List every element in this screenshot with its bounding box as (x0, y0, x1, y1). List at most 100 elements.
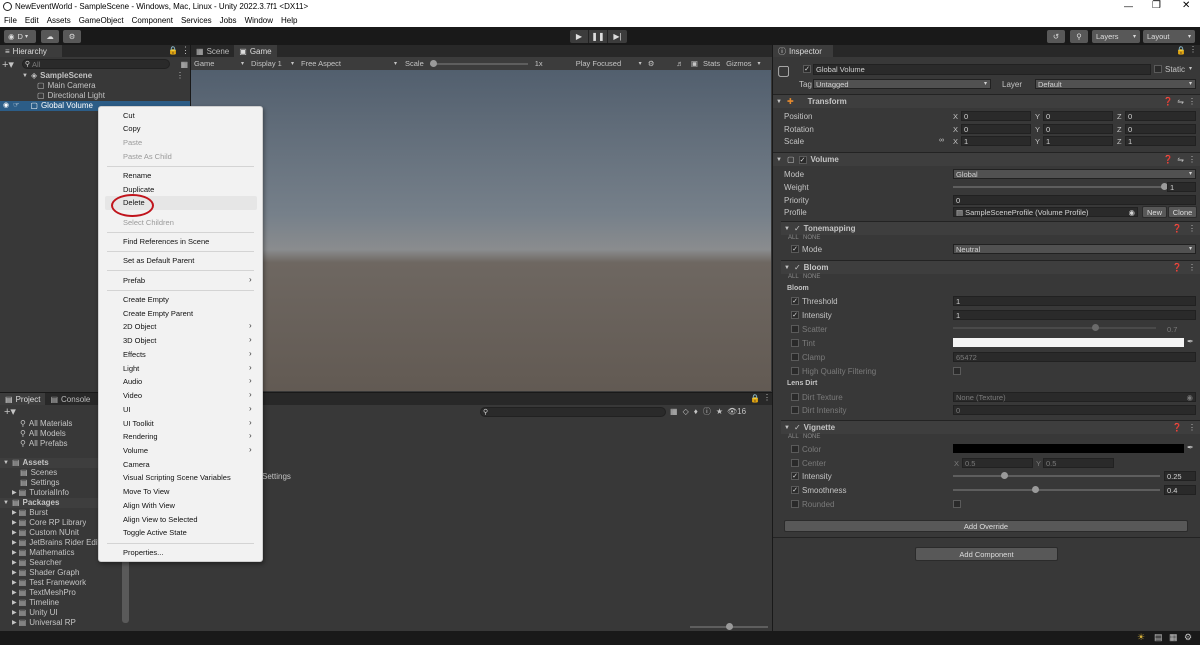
vignette-intensity-input[interactable]: 0.25 (1164, 471, 1196, 481)
play-mode-dropdown[interactable]: Play Focused ▾ (576, 59, 642, 68)
toggle-none-button[interactable]: NONE (803, 235, 820, 241)
menu-item-ui[interactable]: UI (123, 404, 131, 416)
lock-icon[interactable]: 🔒 (750, 394, 760, 403)
tab-scene[interactable]: ▦ Scene (191, 45, 234, 57)
tonemapping-mode-dropdown[interactable]: Neutral ▾ (953, 244, 1196, 254)
transform-scale-z-input[interactable]: 1 (1125, 136, 1196, 146)
lighting-icon[interactable]: ☀ (1137, 632, 1145, 643)
menu-item-camera[interactable]: Camera (123, 459, 150, 471)
layout-dropdown[interactable]: Layout ▾ (1143, 30, 1195, 43)
menu-item-effects[interactable]: Effects (123, 349, 146, 361)
hq-filtering-checkbox[interactable] (953, 367, 961, 375)
tag-dropdown[interactable]: Untagged ▾ (813, 79, 991, 89)
toggle-none-button[interactable]: NONE (803, 434, 820, 440)
weight-input[interactable]: 1 (1167, 182, 1196, 192)
chevron-down-icon[interactable]: ▾ (1189, 65, 1192, 72)
profile-field[interactable]: ▤ SampleSceneProfile (Volume Profile) ◉ (953, 207, 1138, 217)
scale-slider-knob[interactable] (429, 59, 437, 67)
snapshot-icon[interactable]: ▣ (691, 59, 698, 68)
hierarchy-search-input[interactable]: ⚲ All (21, 59, 171, 69)
vignette-color-override[interactable] (791, 445, 799, 453)
tab-hierarchy[interactable]: ≡ Hierarchy (0, 45, 62, 57)
tint-override[interactable] (791, 339, 799, 347)
history-button[interactable]: ↺ (1047, 30, 1065, 43)
menu-help[interactable]: Help (281, 16, 297, 25)
expand-arrow-icon[interactable]: ▼ (22, 71, 28, 81)
check-icon[interactable]: ✓ (794, 263, 801, 272)
search-button[interactable]: ⚲ (1070, 30, 1088, 43)
star-icon[interactable]: ★ (716, 407, 723, 416)
menu-item-copy[interactable]: Copy (123, 123, 141, 135)
vignette-center-override[interactable] (791, 459, 799, 467)
menu-item-set-default-parent[interactable]: Set as Default Parent (123, 255, 194, 267)
hq-filtering-override[interactable] (791, 367, 799, 375)
account-button[interactable]: ◉ D ▾ (4, 30, 36, 43)
menu-file[interactable]: File (4, 16, 17, 25)
transform-rotation-y-input[interactable]: 0 (1043, 123, 1113, 134)
eyedropper-icon[interactable]: ✒ (1187, 337, 1194, 346)
menu-item-move-to-view[interactable]: Move To View (123, 486, 169, 498)
object-name-input[interactable]: Global Volume (813, 64, 1151, 75)
collab-button[interactable]: ⚙ (63, 30, 81, 43)
debug-icon[interactable]: ⚙ (1184, 632, 1192, 643)
menu-jobs[interactable]: Jobs (220, 16, 237, 25)
object-picker-icon[interactable]: ◉ (1186, 393, 1193, 402)
smoothness-knob[interactable] (1032, 486, 1040, 493)
play-icon[interactable]: ▶ (570, 30, 589, 43)
tonemapping-mode-override[interactable]: ✓ (791, 245, 799, 253)
aspect-dropdown[interactable]: Free Aspect ▾ (297, 59, 400, 68)
maximize-icon[interactable]: ❐ (1152, 0, 1161, 11)
more-icon[interactable]: ⋮ (1188, 97, 1196, 106)
menu-item-prefab[interactable]: Prefab (123, 275, 145, 287)
menu-assets[interactable]: Assets (47, 16, 71, 25)
audio-icon[interactable]: ♬ (676, 59, 684, 68)
volume-enabled-checkbox[interactable]: ✓ (798, 155, 807, 164)
menu-item-visual-scripting[interactable]: Visual Scripting Scene Variables (123, 472, 231, 484)
minimize-icon[interactable]: — (1124, 1, 1133, 11)
threshold-override[interactable]: ✓ (791, 297, 799, 305)
static-checkbox[interactable] (1154, 65, 1162, 73)
thumbnail-size-slider[interactable] (690, 623, 768, 630)
tonemapping-header[interactable]: ▼ ✓ Tonemapping ❓ ⋮ (781, 221, 1200, 235)
step-icon[interactable]: ▶| (608, 30, 627, 43)
tab-console[interactable]: ▤ Console (45, 393, 95, 405)
package-item[interactable]: ▶ ▤ Shader Graph (12, 568, 122, 578)
preset-icon[interactable]: ⇋ (1177, 155, 1184, 164)
vignette-color-swatch[interactable] (953, 444, 1184, 453)
game-viewport[interactable] (191, 70, 771, 391)
menu-item-rename[interactable]: Rename (123, 170, 151, 182)
profile-clone-button[interactable]: Clone (1168, 206, 1197, 218)
help-icon[interactable]: ❓ (1163, 155, 1173, 164)
pause-icon[interactable]: ❚❚ (589, 30, 608, 43)
bug-icon[interactable]: ⚙ (648, 59, 655, 68)
more-icon[interactable]: ⋮ (763, 393, 771, 402)
smoothness-override[interactable]: ✓ (791, 486, 799, 494)
transform-header[interactable]: ▼ ✚ Transform ❓ ⇋ ⋮ (773, 94, 1200, 108)
intensity-input[interactable]: 1 (953, 310, 1196, 320)
transform-scale-y-input[interactable]: 1 (1043, 136, 1113, 146)
package-item[interactable]: ▶ ▤ Timeline (12, 598, 122, 608)
scale-slider[interactable] (429, 59, 528, 68)
more-icon[interactable]: ⋮ (1188, 263, 1196, 272)
add-icon[interactable]: +▾ (4, 405, 16, 418)
package-item[interactable]: ▶ ▤ Universal RP (12, 618, 122, 628)
check-icon[interactable]: ✓ (794, 423, 801, 432)
menu-item-3d-object[interactable]: 3D Object (123, 335, 156, 347)
menu-item-volume[interactable]: Volume (123, 445, 148, 457)
menu-window[interactable]: Window (245, 16, 273, 25)
scatter-slider-knob[interactable] (1091, 324, 1099, 331)
cloud-button[interactable]: ☁ (41, 30, 59, 43)
help-icon[interactable]: ❓ (1163, 97, 1173, 106)
visibility-icon[interactable]: ◉ (3, 101, 9, 111)
favorite-item[interactable]: ⚲ All Prefabs (20, 439, 68, 449)
object-picker-icon[interactable]: ◉ (1128, 208, 1135, 217)
center-x-input[interactable]: 0.5 (962, 458, 1033, 468)
active-checkbox[interactable]: ✓ (803, 65, 811, 73)
more-icon[interactable]: ⋮ (176, 71, 184, 81)
transform-position-x-input[interactable]: 0 (961, 111, 1031, 121)
menu-item-align-view-to-selected[interactable]: Align View to Selected (123, 514, 198, 526)
rounded-override[interactable] (791, 500, 799, 508)
layer-dropdown[interactable]: Default ▾ (1035, 79, 1196, 89)
volume-mode-dropdown[interactable]: Global ▾ (953, 169, 1196, 179)
package-item[interactable]: ▶ ▤ Unity UI (12, 608, 122, 618)
